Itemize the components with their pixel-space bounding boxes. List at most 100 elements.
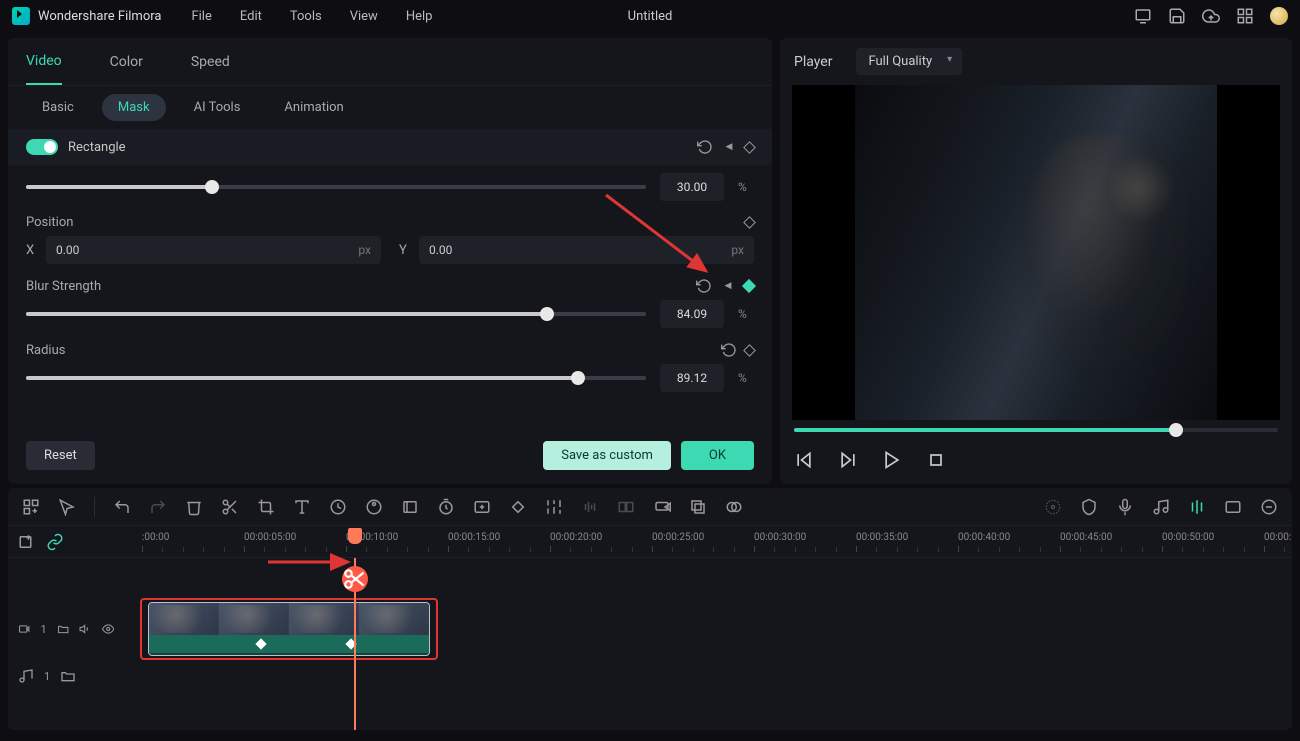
blur-keyframe-active-icon[interactable] xyxy=(742,279,756,293)
render-icon[interactable] xyxy=(1044,498,1062,516)
playhead[interactable] xyxy=(354,558,356,730)
blur-prev-keyframe-icon[interactable]: ◀ xyxy=(720,278,736,294)
next-frame-button[interactable] xyxy=(838,450,858,470)
blur-slider[interactable] xyxy=(26,312,646,316)
audio-eq-icon[interactable] xyxy=(581,498,599,516)
video-preview[interactable] xyxy=(792,85,1280,420)
ok-button[interactable]: OK xyxy=(681,441,754,470)
mixer-icon[interactable] xyxy=(545,498,563,516)
track-mute-icon[interactable] xyxy=(79,621,91,637)
video-track-icon xyxy=(18,621,30,637)
adjust-icon[interactable] xyxy=(473,498,491,516)
sub-tabs: Basic Mask AI Tools Animation xyxy=(8,86,772,129)
menu-tools[interactable]: Tools xyxy=(290,9,322,24)
blur-value[interactable]: 84.09 xyxy=(660,300,724,328)
audio-track-index: 1 xyxy=(44,670,50,683)
menu-edit[interactable]: Edit xyxy=(240,9,262,24)
keyframe-icon[interactable] xyxy=(743,141,756,154)
link-icon[interactable] xyxy=(46,533,64,551)
video-clip[interactable]: ▶Video (1) xyxy=(148,602,430,656)
reset-button[interactable]: Reset xyxy=(26,441,95,470)
select-tool-icon[interactable] xyxy=(58,498,76,516)
radius-reset-icon[interactable] xyxy=(721,342,737,358)
subtab-mask[interactable]: Mask xyxy=(102,94,166,121)
detach-audio-icon[interactable] xyxy=(617,498,635,516)
radius-slider[interactable] xyxy=(26,376,646,380)
position-label: Position xyxy=(26,215,73,230)
duration-icon[interactable] xyxy=(437,498,455,516)
audio-track-type-icon xyxy=(18,668,34,684)
track-folder-icon[interactable] xyxy=(57,621,69,637)
video-track-1: 1 ▶Video (1) xyxy=(8,600,1292,658)
app-name: Wondershare Filmora xyxy=(38,9,161,24)
radius-label: Radius xyxy=(26,343,65,358)
radius-value[interactable]: 89.12 xyxy=(660,364,724,392)
delete-icon[interactable] xyxy=(185,498,203,516)
save-icon[interactable] xyxy=(1168,7,1186,25)
audio-track-icon[interactable] xyxy=(1152,498,1170,516)
titlebar: Wondershare Filmora File Edit Tools View… xyxy=(0,0,1300,32)
grid-icon[interactable] xyxy=(1236,7,1254,25)
tab-video[interactable]: Video xyxy=(26,39,62,85)
blur-label: Blur Strength xyxy=(26,279,101,294)
speed-icon[interactable] xyxy=(329,498,347,516)
reset-icon[interactable] xyxy=(697,139,713,155)
blur-unit: % xyxy=(738,307,754,321)
magnet-icon[interactable] xyxy=(1188,498,1206,516)
menu-file[interactable]: File xyxy=(191,9,211,24)
clip-keyframe-1[interactable] xyxy=(255,638,266,649)
mask-section-label: Rectangle xyxy=(68,140,126,155)
screen-icon[interactable] xyxy=(1134,7,1152,25)
clip-keyframe-lane[interactable] xyxy=(149,635,429,653)
radius-keyframe-icon[interactable] xyxy=(743,344,756,357)
track-visibility-icon[interactable] xyxy=(102,621,114,637)
quality-select[interactable]: Full Quality xyxy=(856,48,962,75)
greenscreen-icon[interactable] xyxy=(401,498,419,516)
position-x-input[interactable]: 0.00px xyxy=(46,236,381,264)
prev-keyframe-icon[interactable]: ◀ xyxy=(721,139,737,155)
prev-frame-button[interactable] xyxy=(794,450,814,470)
text-icon[interactable] xyxy=(293,498,311,516)
mask-tool-icon[interactable] xyxy=(725,498,743,516)
add-media-icon[interactable] xyxy=(18,533,36,551)
y-label: Y xyxy=(399,243,413,258)
subtab-animation[interactable]: Animation xyxy=(268,94,359,121)
properties-panel: Video Color Speed Basic Mask AI Tools An… xyxy=(8,38,772,484)
radius-unit: % xyxy=(738,371,754,385)
undo-icon[interactable] xyxy=(113,498,131,516)
tab-speed[interactable]: Speed xyxy=(191,40,230,84)
menu-view[interactable]: View xyxy=(350,9,378,24)
preview-scrubber[interactable] xyxy=(794,428,1278,432)
zoom-out-icon[interactable] xyxy=(1260,498,1278,516)
position-keyframe-icon[interactable] xyxy=(743,216,756,229)
keyframe-tool-icon[interactable] xyxy=(509,498,527,516)
primary-tabs: Video Color Speed xyxy=(8,38,772,86)
subtab-aitools[interactable]: AI Tools xyxy=(178,94,257,121)
user-avatar-icon[interactable] xyxy=(1270,7,1288,25)
x-label: X xyxy=(26,243,40,258)
mask-toggle[interactable] xyxy=(26,139,58,155)
annotation-arrow-playhead xyxy=(266,552,356,572)
color-icon[interactable] xyxy=(365,498,383,516)
crop-icon[interactable] xyxy=(257,498,275,516)
play-button[interactable] xyxy=(882,450,902,470)
mic-icon[interactable] xyxy=(1116,498,1134,516)
size-unit: % xyxy=(738,180,754,194)
tab-color[interactable]: Color xyxy=(110,40,143,84)
group-icon[interactable] xyxy=(689,498,707,516)
add-track-icon[interactable] xyxy=(22,498,40,516)
save-as-custom-button[interactable]: Save as custom xyxy=(543,441,671,470)
view-icon[interactable] xyxy=(1224,498,1242,516)
menu-help[interactable]: Help xyxy=(406,9,433,24)
redo-icon[interactable] xyxy=(149,498,167,516)
marker-icon[interactable] xyxy=(1080,498,1098,516)
split-icon[interactable] xyxy=(221,498,239,516)
audio-track-folder-icon[interactable] xyxy=(60,668,76,684)
cloud-icon[interactable] xyxy=(1202,7,1220,25)
size-slider[interactable] xyxy=(26,185,646,189)
audio-track-1: 1 xyxy=(8,658,1292,694)
stop-button[interactable] xyxy=(926,450,946,470)
record-vo-icon[interactable] xyxy=(653,498,671,516)
timeline: :00:0000:00:05:0000:00:10:0000:00:15:000… xyxy=(8,488,1292,730)
subtab-basic[interactable]: Basic xyxy=(26,94,90,121)
